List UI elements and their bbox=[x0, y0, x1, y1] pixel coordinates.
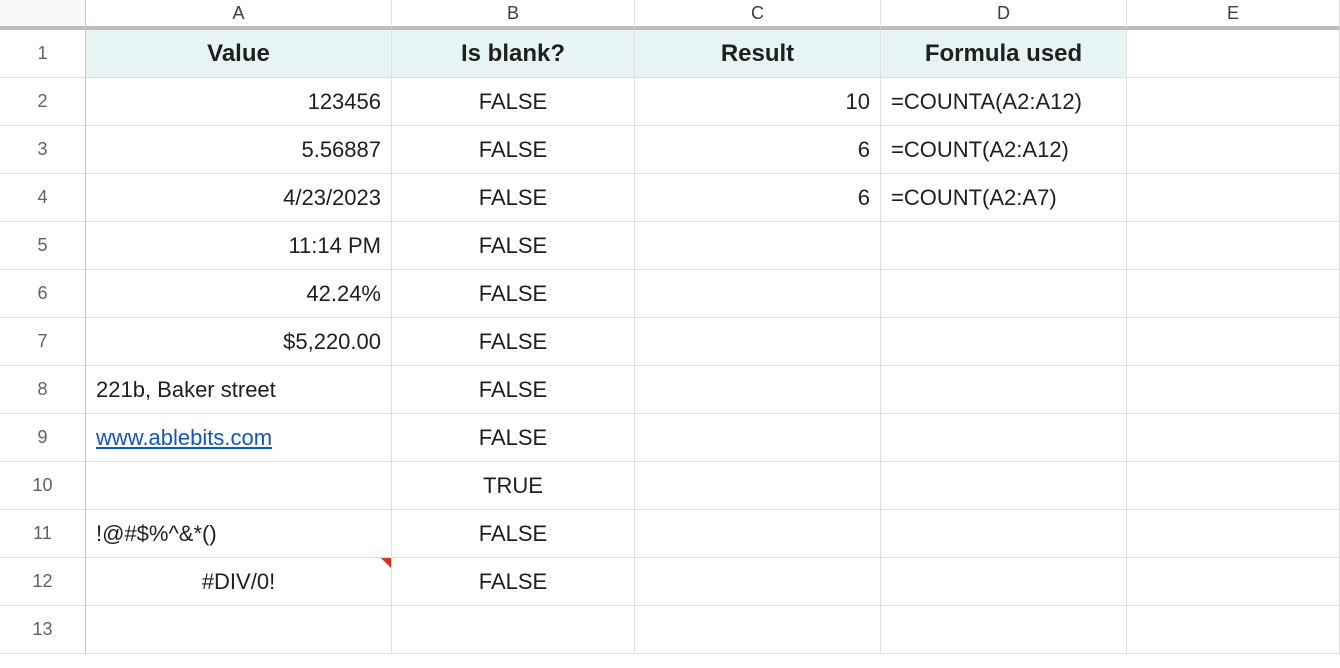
row-header-5[interactable]: 5 bbox=[0, 222, 86, 270]
cell-D2[interactable]: =COUNTA(A2:A12) bbox=[881, 78, 1127, 126]
cell-A12[interactable]: #DIV/0! bbox=[86, 558, 392, 606]
col-header-B[interactable]: B bbox=[392, 0, 635, 30]
cell-C10[interactable] bbox=[635, 462, 881, 510]
cell-D4[interactable]: =COUNT(A2:A7) bbox=[881, 174, 1127, 222]
row-header-7[interactable]: 7 bbox=[0, 318, 86, 366]
cell-B3[interactable]: FALSE bbox=[392, 126, 635, 174]
cell-E5[interactable] bbox=[1127, 222, 1340, 270]
cell-D5[interactable] bbox=[881, 222, 1127, 270]
cell-D11[interactable] bbox=[881, 510, 1127, 558]
cell-B13[interactable] bbox=[392, 606, 635, 654]
cell-E3[interactable] bbox=[1127, 126, 1340, 174]
cell-C9[interactable] bbox=[635, 414, 881, 462]
cell-C12[interactable] bbox=[635, 558, 881, 606]
row-header-12[interactable]: 12 bbox=[0, 558, 86, 606]
cell-D10[interactable] bbox=[881, 462, 1127, 510]
cell-E4[interactable] bbox=[1127, 174, 1340, 222]
cell-E2[interactable] bbox=[1127, 78, 1340, 126]
cell-B10[interactable]: TRUE bbox=[392, 462, 635, 510]
cell-D9[interactable] bbox=[881, 414, 1127, 462]
row-header-9[interactable]: 9 bbox=[0, 414, 86, 462]
cell-B12[interactable]: FALSE bbox=[392, 558, 635, 606]
cell-A6[interactable]: 42.24% bbox=[86, 270, 392, 318]
col-header-C[interactable]: C bbox=[635, 0, 881, 30]
cell-C6[interactable] bbox=[635, 270, 881, 318]
cell-E6[interactable] bbox=[1127, 270, 1340, 318]
cell-A4[interactable]: 4/23/2023 bbox=[86, 174, 392, 222]
row-header-6[interactable]: 6 bbox=[0, 270, 86, 318]
cell-E9[interactable] bbox=[1127, 414, 1340, 462]
cell-B7[interactable]: FALSE bbox=[392, 318, 635, 366]
cell-C2[interactable]: 10 bbox=[635, 78, 881, 126]
cell-E12[interactable] bbox=[1127, 558, 1340, 606]
cell-D13[interactable] bbox=[881, 606, 1127, 654]
cell-C5[interactable] bbox=[635, 222, 881, 270]
cell-A11[interactable]: !@#$%^&*() bbox=[86, 510, 392, 558]
cell-E13[interactable] bbox=[1127, 606, 1340, 654]
cell-A7[interactable]: $5,220.00 bbox=[86, 318, 392, 366]
cell-B11[interactable]: FALSE bbox=[392, 510, 635, 558]
spreadsheet-grid[interactable]: A B C D E 1 Value Is blank? Result Formu… bbox=[0, 0, 1340, 654]
select-all-corner[interactable] bbox=[0, 0, 86, 30]
row-header-1[interactable]: 1 bbox=[0, 30, 86, 78]
cell-A1[interactable]: Value bbox=[86, 30, 392, 78]
cell-E10[interactable] bbox=[1127, 462, 1340, 510]
row-header-8[interactable]: 8 bbox=[0, 366, 86, 414]
col-header-E[interactable]: E bbox=[1127, 0, 1340, 30]
cell-E7[interactable] bbox=[1127, 318, 1340, 366]
cell-A8[interactable]: 221b, Baker street bbox=[86, 366, 392, 414]
cell-B4[interactable]: FALSE bbox=[392, 174, 635, 222]
cell-B8[interactable]: FALSE bbox=[392, 366, 635, 414]
row-header-13[interactable]: 13 bbox=[0, 606, 86, 654]
cell-C8[interactable] bbox=[635, 366, 881, 414]
cell-D6[interactable] bbox=[881, 270, 1127, 318]
cell-C1[interactable]: Result bbox=[635, 30, 881, 78]
cell-C13[interactable] bbox=[635, 606, 881, 654]
row-header-2[interactable]: 2 bbox=[0, 78, 86, 126]
cell-D1[interactable]: Formula used bbox=[881, 30, 1127, 78]
cell-D8[interactable] bbox=[881, 366, 1127, 414]
row-header-4[interactable]: 4 bbox=[0, 174, 86, 222]
cell-D12[interactable] bbox=[881, 558, 1127, 606]
cell-C11[interactable] bbox=[635, 510, 881, 558]
cell-E1[interactable] bbox=[1127, 30, 1340, 78]
col-header-A[interactable]: A bbox=[86, 0, 392, 30]
cell-A13[interactable] bbox=[86, 606, 392, 654]
cell-B6[interactable]: FALSE bbox=[392, 270, 635, 318]
cell-C4[interactable]: 6 bbox=[635, 174, 881, 222]
cell-A5[interactable]: 11:14 PM bbox=[86, 222, 392, 270]
cell-E11[interactable] bbox=[1127, 510, 1340, 558]
cell-A10[interactable] bbox=[86, 462, 392, 510]
cell-C3[interactable]: 6 bbox=[635, 126, 881, 174]
cell-D3[interactable]: =COUNT(A2:A12) bbox=[881, 126, 1127, 174]
cell-A9[interactable]: www.ablebits.com bbox=[86, 414, 392, 462]
cell-B2[interactable]: FALSE bbox=[392, 78, 635, 126]
cell-B9[interactable]: FALSE bbox=[392, 414, 635, 462]
row-header-10[interactable]: 10 bbox=[0, 462, 86, 510]
cell-B5[interactable]: FALSE bbox=[392, 222, 635, 270]
cell-D7[interactable] bbox=[881, 318, 1127, 366]
cell-A3[interactable]: 5.56887 bbox=[86, 126, 392, 174]
cell-C7[interactable] bbox=[635, 318, 881, 366]
row-header-3[interactable]: 3 bbox=[0, 126, 86, 174]
cell-E8[interactable] bbox=[1127, 366, 1340, 414]
cell-B1[interactable]: Is blank? bbox=[392, 30, 635, 78]
row-header-11[interactable]: 11 bbox=[0, 510, 86, 558]
col-header-D[interactable]: D bbox=[881, 0, 1127, 30]
cell-A2[interactable]: 123456 bbox=[86, 78, 392, 126]
